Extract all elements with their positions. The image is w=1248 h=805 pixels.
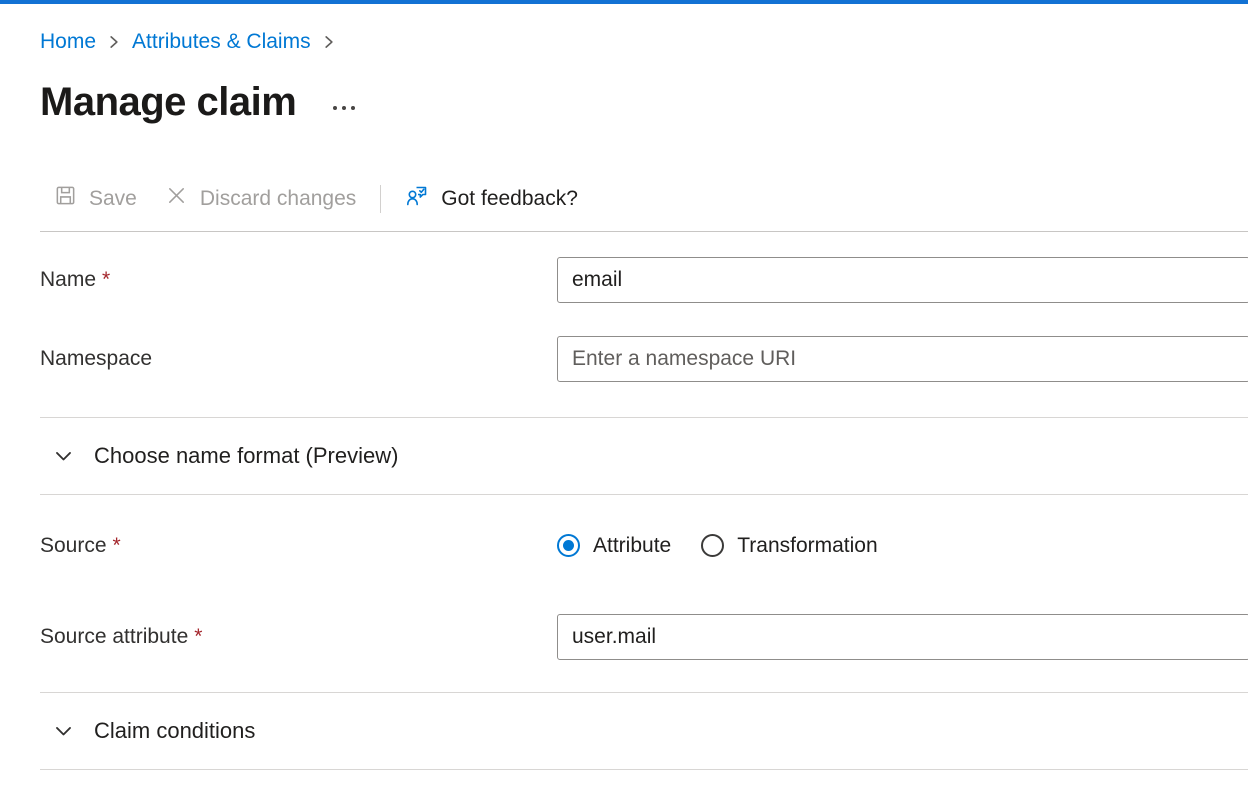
source-attribute-radio[interactable]: Attribute <box>557 534 671 558</box>
section-divider <box>40 769 1248 770</box>
source-label: Source* <box>40 534 557 558</box>
save-icon <box>54 184 77 213</box>
namespace-label: Namespace <box>40 347 557 371</box>
toolbar-separator <box>380 185 381 213</box>
choose-name-format-section-header[interactable]: Choose name format (Preview) <box>40 418 1248 494</box>
command-bar: Save Discard changes Got feedback? <box>40 175 1248 222</box>
namespace-input[interactable] <box>557 336 1248 382</box>
name-field-row: Name* <box>40 257 1248 303</box>
source-transformation-radio[interactable]: Transformation <box>701 534 877 558</box>
radio-selected-icon <box>557 534 580 557</box>
discard-changes-label: Discard changes <box>200 187 356 211</box>
chevron-down-icon <box>54 722 73 741</box>
source-attribute-input[interactable] <box>557 614 1248 660</box>
breadcrumb-attributes-claims-link[interactable]: Attributes & Claims <box>132 30 311 54</box>
save-label: Save <box>89 187 137 211</box>
section-divider <box>40 494 1248 495</box>
name-input[interactable] <box>557 257 1248 303</box>
breadcrumb-home-link[interactable]: Home <box>40 30 96 54</box>
claim-conditions-label: Claim conditions <box>94 718 255 744</box>
source-attribute-label: Source attribute* <box>40 625 557 649</box>
discard-changes-button[interactable]: Discard changes <box>151 175 370 222</box>
toolbar-divider <box>40 231 1248 232</box>
save-button[interactable]: Save <box>40 175 151 222</box>
attribute-radio-label: Attribute <box>593 534 671 558</box>
name-label: Name* <box>40 268 557 292</box>
person-feedback-icon <box>405 184 429 214</box>
dismiss-icon <box>165 184 188 213</box>
required-asterisk: * <box>102 268 110 291</box>
choose-name-format-label: Choose name format (Preview) <box>94 443 398 469</box>
got-feedback-button[interactable]: Got feedback? <box>391 175 592 222</box>
required-asterisk: * <box>194 625 202 648</box>
got-feedback-label: Got feedback? <box>441 187 578 211</box>
chevron-down-icon <box>54 447 73 466</box>
breadcrumb: Home Attributes & Claims <box>40 4 1248 54</box>
chevron-right-icon <box>107 34 121 50</box>
source-radio-group: Attribute Transformation <box>557 534 1248 558</box>
required-asterisk: * <box>113 534 121 557</box>
page-title: Manage claim <box>40 80 296 125</box>
source-attribute-field-row: Source attribute* <box>40 614 1248 660</box>
source-field-row: Source* Attribute Transformation <box>40 522 1248 569</box>
transformation-radio-label: Transformation <box>737 534 877 558</box>
radio-unselected-icon <box>701 534 724 557</box>
chevron-right-icon <box>322 34 336 50</box>
more-options-icon[interactable] <box>324 100 363 116</box>
claim-conditions-section-header[interactable]: Claim conditions <box>40 693 1248 769</box>
namespace-field-row: Namespace <box>40 336 1248 382</box>
